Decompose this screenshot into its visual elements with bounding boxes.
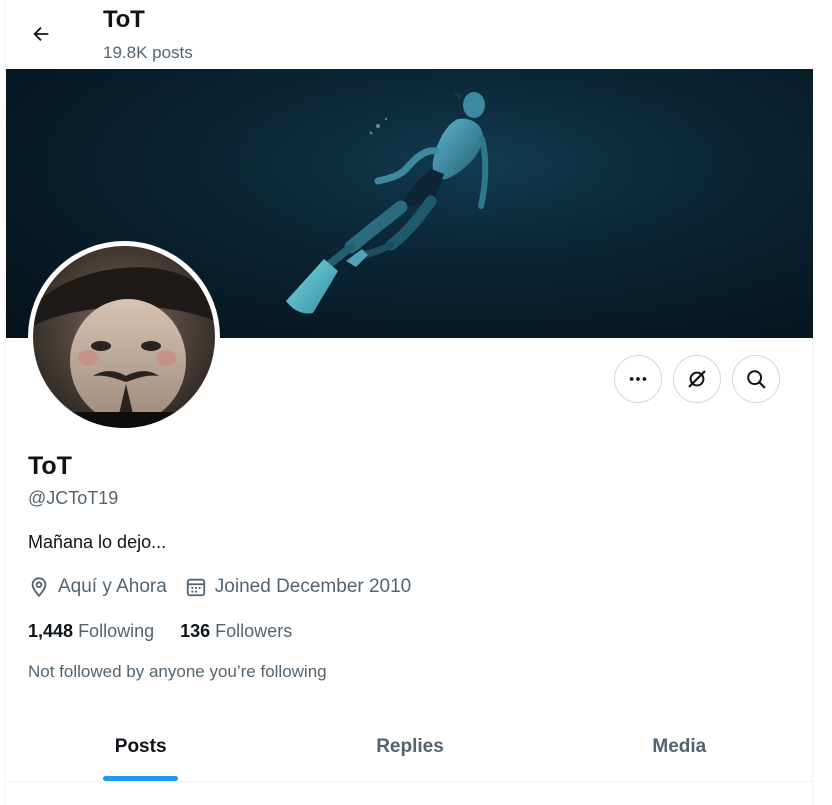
profile-name: ToT (28, 452, 72, 480)
grok-slash-icon (688, 370, 706, 388)
tab-posts-label: Posts (114, 735, 167, 757)
followers-label: Followers (215, 621, 293, 641)
follow-stats: 1,448 Following 136 Followers (28, 621, 318, 642)
location-item: Aquí y Ahora (28, 576, 167, 598)
tab-posts[interactable]: Posts (6, 712, 275, 781)
profile-avatar[interactable] (28, 241, 220, 433)
following-label: Following (78, 621, 155, 641)
avatar-mask-image (33, 246, 215, 428)
more-dots-icon (629, 377, 647, 381)
profile-bio: Mañana lo dejo... (28, 532, 167, 552)
followers-count: 136 (180, 621, 211, 641)
profile-meta: Aquí y Ahora Joined December 2010 (28, 576, 429, 598)
following-count: 1,448 (28, 621, 74, 641)
search-icon (747, 370, 766, 389)
following-link[interactable]: 1,448 Following (28, 621, 154, 642)
location-pin-icon (31, 577, 47, 598)
joined-text: Joined December 2010 (214, 576, 412, 597)
tab-replies[interactable]: Replies (275, 712, 544, 781)
profile-tabs: Posts Replies Media (6, 712, 814, 782)
active-tab-indicator (103, 776, 179, 781)
profile-handle: @JCToT19 (28, 488, 119, 508)
tab-replies-label: Replies (376, 735, 444, 757)
followers-link[interactable]: 136 Followers (180, 621, 292, 642)
header-title: ToT (103, 6, 145, 33)
joined-item: Joined December 2010 (185, 576, 411, 598)
back-button[interactable] (23, 16, 59, 52)
location-text: Aquí y Ahora (58, 576, 167, 597)
search-button[interactable] (732, 355, 780, 403)
calendar-icon (186, 578, 205, 597)
tab-media-label: Media (652, 735, 707, 757)
arrow-left-icon (33, 26, 49, 42)
header-post-count: 19.8K posts (103, 43, 193, 62)
profile-header: ToT 19.8K posts (6, 0, 814, 69)
profile-column: ToT 19.8K posts ToT @JCToT19 Mañana lo d… (5, 0, 814, 805)
not-followed-note: Not followed by anyone you’re following (28, 662, 327, 681)
tab-media[interactable]: Media (545, 712, 814, 781)
page-margin (813, 0, 832, 805)
more-button[interactable] (614, 355, 662, 403)
grok-button[interactable] (673, 355, 721, 403)
